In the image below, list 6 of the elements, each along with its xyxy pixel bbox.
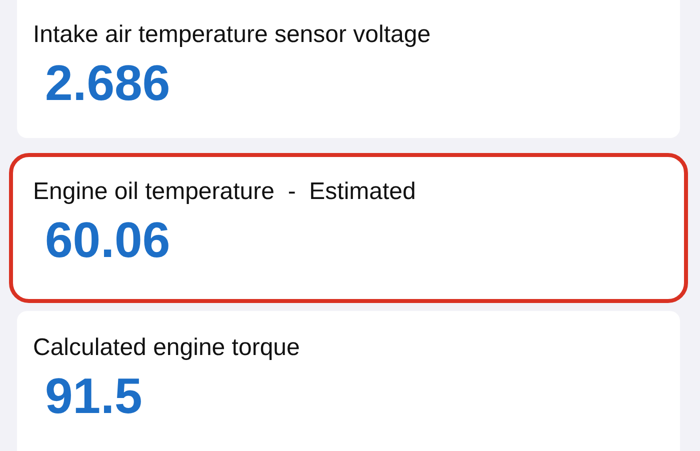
reading-value: 60.06 [45,211,170,270]
reading-label: Engine oil temperature - Estimated [33,177,417,207]
reading-label: Intake air temperature sensor voltage [33,20,432,50]
reading-label: Calculated engine torque [33,333,301,363]
reading-value: 2.686 [45,54,170,113]
reading-value: 91.5 [45,367,142,426]
